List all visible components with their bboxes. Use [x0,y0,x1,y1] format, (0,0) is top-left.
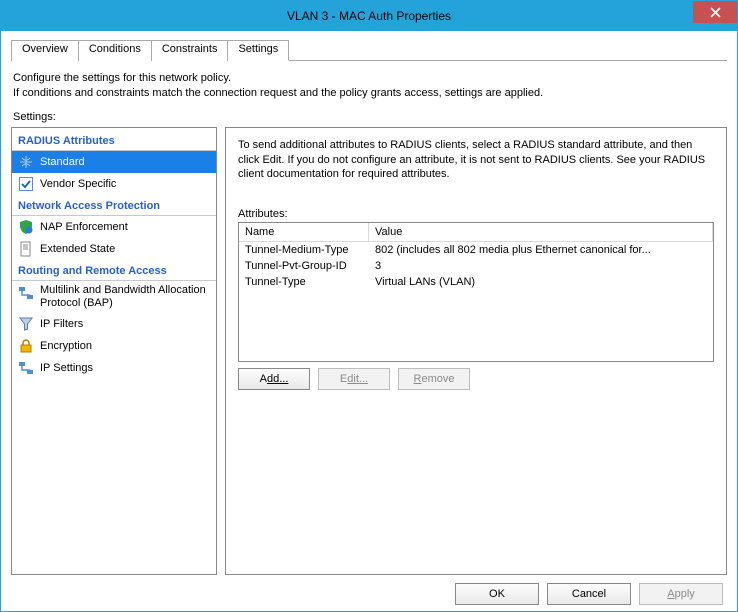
window-title: VLAN 3 - MAC Auth Properties [287,9,451,23]
table-row[interactable]: Tunnel-Type Virtual LANs (VLAN) [239,274,713,290]
network-icon [18,360,34,376]
tab-settings[interactable]: Settings [228,40,289,61]
item-label: IP Filters [40,318,83,330]
settings-label: Settings: [13,111,725,123]
network-icon [18,285,34,301]
cancel-button[interactable]: Cancel [547,583,631,605]
checkbox-icon [18,176,34,192]
description-line: Configure the settings for this network … [13,71,725,86]
attributes-grid[interactable]: Name Value Tunnel-Medium-Type 802 (inclu… [238,222,714,362]
item-label: Extended State [40,243,115,255]
globe-icon [18,154,34,170]
tab-strip: Overview Conditions Constraints Settings [11,39,727,61]
tab-conditions[interactable]: Conditions [79,40,152,61]
panels: RADIUS Attributes Standard Vendor Specif… [11,127,727,575]
item-label: Encryption [40,340,92,352]
cell-value: 802 (includes all 802 media plus Etherne… [369,243,713,257]
item-vendor-specific[interactable]: Vendor Specific [12,173,216,195]
description-line: If conditions and constraints match the … [13,86,725,101]
item-label: Multilink and Bandwidth Allocation Proto… [40,284,210,310]
category-header-rras: Routing and Remote Access [12,262,216,281]
funnel-icon [18,316,34,332]
apply-button[interactable]: Apply [639,583,723,605]
item-extended-state[interactable]: Extended State [12,238,216,260]
tab-overview[interactable]: Overview [11,40,79,61]
item-encryption[interactable]: Encryption [12,335,216,357]
cell-name: Tunnel-Pvt-Group-ID [239,259,369,273]
detail-panel: To send additional attributes to RADIUS … [225,127,727,575]
document-icon [18,241,34,257]
item-nap-enforcement[interactable]: NAP Enforcement [12,216,216,238]
dialog-window: VLAN 3 - MAC Auth Properties Overview Co… [0,0,738,612]
item-label: Vendor Specific [40,178,116,190]
dialog-buttons: OK Cancel Apply [11,575,727,605]
cell-value: 3 [369,259,713,273]
cell-name: Tunnel-Type [239,275,369,289]
item-standard[interactable]: Standard [12,151,216,173]
settings-tree[interactable]: RADIUS Attributes Standard Vendor Specif… [11,127,217,575]
attributes-label: Attributes: [238,208,714,220]
column-header-value[interactable]: Value [369,223,713,241]
instructions-text: To send additional attributes to RADIUS … [238,138,714,183]
client-area: Overview Conditions Constraints Settings… [1,31,737,611]
table-row[interactable]: Tunnel-Medium-Type 802 (includes all 802… [239,242,713,258]
column-header-name[interactable]: Name [239,223,369,241]
item-label: NAP Enforcement [40,221,128,233]
close-button[interactable] [693,1,737,23]
grid-header: Name Value [239,223,713,242]
remove-button[interactable]: Remove [398,368,470,390]
item-ip-filters[interactable]: IP Filters [12,313,216,335]
table-row[interactable]: Tunnel-Pvt-Group-ID 3 [239,258,713,274]
item-multilink[interactable]: Multilink and Bandwidth Allocation Proto… [12,281,216,313]
cell-value: Virtual LANs (VLAN) [369,275,713,289]
category-header-radius: RADIUS Attributes [12,132,216,151]
cell-name: Tunnel-Medium-Type [239,243,369,257]
edit-button[interactable]: Edit... [318,368,390,390]
tab-constraints[interactable]: Constraints [152,40,229,61]
ok-button[interactable]: OK [455,583,539,605]
add-button[interactable]: Add... [238,368,310,390]
description-text: Configure the settings for this network … [13,71,725,101]
item-ip-settings[interactable]: IP Settings [12,357,216,379]
category-header-nap: Network Access Protection [12,197,216,216]
close-icon [710,7,721,18]
item-label: Standard [40,156,85,168]
titlebar: VLAN 3 - MAC Auth Properties [1,1,737,31]
item-label: IP Settings [40,362,93,374]
lock-icon [18,338,34,354]
shield-icon [18,219,34,235]
attribute-buttons: Add... Edit... Remove [238,368,714,390]
